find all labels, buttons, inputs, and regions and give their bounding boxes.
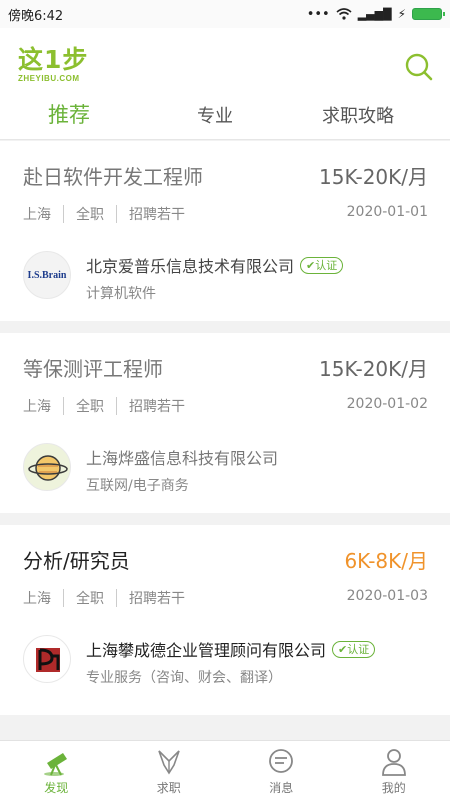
job-location: 上海 bbox=[23, 399, 51, 415]
company-name-row: 上海烨盛信息科技有限公司 bbox=[86, 445, 278, 469]
signal-icon: ▂▄▆█ bbox=[357, 7, 392, 21]
divider bbox=[116, 205, 117, 223]
job-meta: 上海 全职 招聘若干 bbox=[23, 396, 185, 416]
job-title: 赴日软件开发工程师 bbox=[23, 165, 203, 189]
app-logo: 这1步 ZHEYIBU.COM bbox=[18, 45, 89, 84]
job-hiring: 招聘若干 bbox=[129, 207, 185, 223]
job-type: 全职 bbox=[76, 399, 104, 415]
nav-discover[interactable]: 发现 bbox=[0, 741, 113, 800]
company-industry: 计算机软件 bbox=[86, 286, 156, 302]
planet-icon bbox=[28, 455, 68, 481]
tab-recommend[interactable]: 推荐 bbox=[48, 99, 90, 129]
company-logo bbox=[23, 443, 71, 491]
origami-icon bbox=[157, 750, 180, 775]
status-bar: 傍晚6:42 ••• ▂▄▆█ ⚡ bbox=[0, 0, 450, 28]
chat-icon bbox=[269, 749, 294, 773]
nav-profile[interactable]: 我的 bbox=[338, 741, 450, 800]
job-hiring: 招聘若干 bbox=[129, 399, 185, 415]
status-time: 傍晚6:42 bbox=[8, 8, 64, 24]
verified-badge: ✔ 认证 bbox=[332, 640, 376, 658]
company-name-row: 北京爱普乐信息技术有限公司 ✔ 认证 bbox=[86, 253, 344, 277]
dots-icon: ••• bbox=[306, 6, 330, 22]
divider bbox=[116, 589, 117, 607]
job-salary: 15K-20K/月 bbox=[319, 357, 428, 381]
job-salary: 15K-20K/月 bbox=[319, 165, 428, 189]
bottom-nav: 发现 求职 消息 我的 bbox=[0, 740, 450, 800]
job-meta: 上海 全职 招聘若干 bbox=[23, 588, 185, 608]
company-name: 上海烨盛信息科技有限公司 bbox=[86, 449, 279, 468]
divider bbox=[63, 397, 64, 415]
job-location: 上海 bbox=[23, 207, 51, 223]
company-mark-icon bbox=[36, 648, 60, 672]
verified-badge: ✔ 认证 bbox=[300, 256, 344, 274]
job-card[interactable]: 等保测评工程师 15K-20K/月 上海 全职 招聘若干 2020-01-02 … bbox=[0, 333, 450, 513]
job-hiring: 招聘若干 bbox=[129, 591, 185, 607]
job-title: 等保测评工程师 bbox=[23, 357, 163, 381]
divider bbox=[63, 589, 64, 607]
nav-jobs[interactable]: 求职 bbox=[113, 741, 226, 800]
divider bbox=[116, 397, 117, 415]
telescope-icon bbox=[44, 753, 68, 776]
company-industry: 专业服务（咨询、财会、翻译） bbox=[86, 670, 282, 686]
app-header: 这1步 ZHEYIBU.COM 推荐 专业 求职攻略 bbox=[0, 28, 450, 140]
job-title: 分析/研究员 bbox=[23, 549, 130, 573]
nav-label: 我的 bbox=[381, 781, 406, 795]
job-location: 上海 bbox=[23, 591, 51, 607]
job-salary: 6K-8K/月 bbox=[344, 549, 428, 573]
company-industry: 互联网/电子商务 bbox=[86, 478, 189, 494]
company-name: 上海攀成德企业管理顾问有限公司 bbox=[86, 641, 327, 660]
search-icon[interactable] bbox=[404, 52, 434, 82]
nav-label: 求职 bbox=[156, 781, 181, 795]
charging-icon: ⚡ bbox=[397, 7, 406, 21]
nav-label: 消息 bbox=[269, 781, 294, 795]
job-card[interactable]: 分析/研究员 6K-8K/月 上海 全职 招聘若干 2020-01-03 上海攀… bbox=[0, 525, 450, 715]
nav-label: 发现 bbox=[44, 781, 69, 795]
job-date: 2020-01-02 bbox=[346, 396, 428, 412]
job-type: 全职 bbox=[76, 207, 104, 223]
tab-major[interactable]: 专业 bbox=[197, 102, 233, 128]
wifi-icon bbox=[336, 8, 352, 20]
divider bbox=[63, 205, 64, 223]
job-date: 2020-01-01 bbox=[346, 204, 428, 220]
user-icon bbox=[381, 749, 406, 776]
job-meta: 上海 全职 招聘若干 bbox=[23, 204, 185, 224]
job-date: 2020-01-03 bbox=[346, 588, 428, 604]
company-logo bbox=[23, 635, 71, 683]
nav-messages[interactable]: 消息 bbox=[225, 741, 338, 800]
category-tabs: 推荐 专业 求职攻略 bbox=[0, 96, 450, 138]
battery-icon bbox=[412, 8, 445, 20]
company-name-row: 上海攀成德企业管理顾问有限公司 ✔ 认证 bbox=[86, 637, 376, 661]
tab-job-guide[interactable]: 求职攻略 bbox=[322, 102, 394, 128]
company-name: 北京爱普乐信息技术有限公司 bbox=[86, 257, 295, 276]
job-card[interactable]: 赴日软件开发工程师 15K-20K/月 上海 全职 招聘若干 2020-01-0… bbox=[0, 141, 450, 321]
company-logo: I.S.Brain bbox=[23, 251, 71, 299]
job-type: 全职 bbox=[76, 591, 104, 607]
